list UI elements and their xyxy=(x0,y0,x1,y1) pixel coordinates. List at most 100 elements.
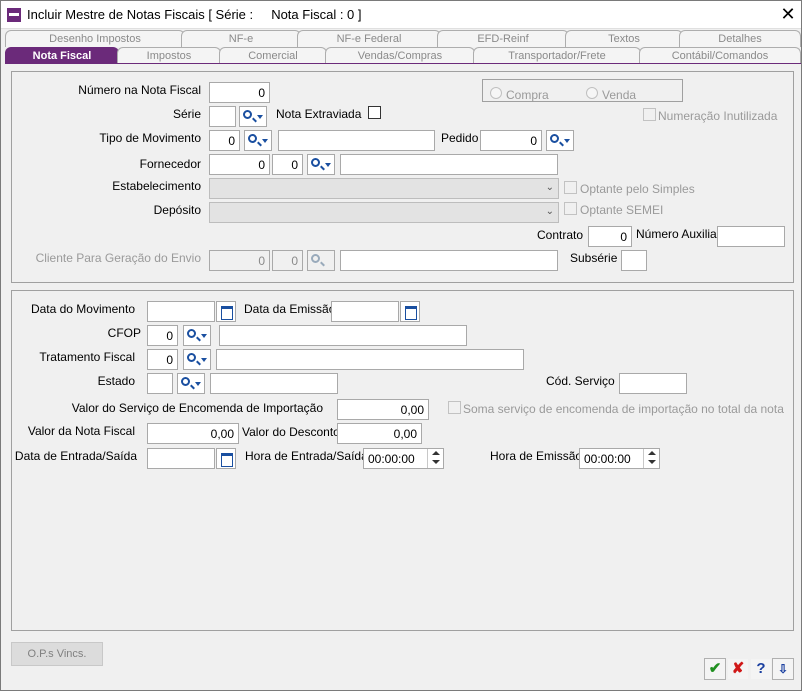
tab-nfe-federal[interactable]: NF-e Federal xyxy=(297,30,441,47)
valor-nota-label: Valor da Nota Fiscal xyxy=(27,424,135,438)
check-icon[interactable]: ✔ xyxy=(704,658,726,680)
calendar-icon[interactable] xyxy=(400,301,420,322)
tab-textos[interactable]: Textos xyxy=(565,30,683,47)
calendar-icon[interactable] xyxy=(216,301,236,322)
hora-entrada-label: Hora de Entrada/Saída xyxy=(245,449,368,463)
estabelecimento-select[interactable]: ⌄ xyxy=(209,178,559,199)
hora-entrada-spinner[interactable] xyxy=(427,449,443,468)
hora-emissao-label: Hora de Emissão xyxy=(490,449,583,463)
app-icon xyxy=(7,8,21,22)
cancel-x-icon[interactable]: ✘ xyxy=(727,658,749,680)
cfop-lookup-button[interactable] xyxy=(183,325,211,346)
fornecedor-lookup-button[interactable] xyxy=(307,154,335,175)
valor-desconto-input[interactable]: 0,00 xyxy=(337,423,422,444)
cliente-envio-input[interactable]: 0 xyxy=(209,250,270,271)
simples-checkbox[interactable] xyxy=(564,181,577,194)
calendar-icon[interactable] xyxy=(216,448,236,469)
fornecedor-input[interactable]: 0 xyxy=(209,154,270,175)
window-title: Incluir Mestre de Notas Fiscais [ Série … xyxy=(27,7,362,22)
serie-lookup-button[interactable] xyxy=(239,106,267,127)
data-entrada-label: Data de Entrada/Saída xyxy=(14,449,137,463)
tab-nfe[interactable]: NF-e xyxy=(181,30,301,47)
valor-nota-input[interactable]: 0,00 xyxy=(147,423,239,444)
pedido-lookup-button[interactable] xyxy=(546,130,574,151)
tab-underline xyxy=(5,63,801,64)
estado-input[interactable] xyxy=(147,373,173,394)
dropdown-arrow-icon xyxy=(262,139,268,143)
dropdown-arrow-icon xyxy=(195,382,201,386)
ops-vincs-button[interactable]: O.P.s Vincs. xyxy=(11,642,103,666)
chevron-down-icon: ⌄ xyxy=(545,206,554,217)
hora-emissao-input[interactable]: 00:00:00 xyxy=(579,448,660,469)
tratamento-fiscal-desc[interactable] xyxy=(216,349,524,370)
data-emissao-label: Data da Emissão xyxy=(244,302,336,316)
soma-servico-checkbox[interactable] xyxy=(448,401,461,414)
soma-servico-label: Soma serviço de encomenda de importação … xyxy=(463,402,784,416)
cliente-envio-desc[interactable] xyxy=(340,250,558,271)
hora-entrada-input[interactable]: 00:00:00 xyxy=(363,448,444,469)
numero-auxiliar-input[interactable] xyxy=(717,226,785,247)
tab-nota-fiscal[interactable]: Nota Fiscal xyxy=(5,47,119,64)
tab-comercial[interactable]: Comercial xyxy=(219,47,327,64)
tab-desenho-impostos[interactable]: Desenho Impostos xyxy=(5,30,185,47)
tipo-movimento-desc[interactable] xyxy=(278,130,435,151)
data-emissao-input[interactable] xyxy=(331,301,399,322)
tratamento-fiscal-lookup-button[interactable] xyxy=(183,349,211,370)
tratamento-fiscal-input[interactable]: 0 xyxy=(147,349,178,370)
dropdown-arrow-icon xyxy=(201,334,207,338)
contrato-label: Contrato xyxy=(537,228,584,242)
search-icon xyxy=(187,353,196,362)
venda-radio[interactable] xyxy=(586,87,598,99)
hora-emissao-spinner[interactable] xyxy=(643,449,659,468)
data-entrada-input[interactable] xyxy=(147,448,215,469)
extraviada-checkbox[interactable] xyxy=(368,106,381,119)
dropdown-arrow-icon xyxy=(257,115,263,119)
spin-up-icon xyxy=(648,451,656,455)
inutilizada-checkbox[interactable] xyxy=(643,108,656,121)
simples-label: Optante pelo Simples xyxy=(580,182,695,196)
help-button[interactable]: ? xyxy=(750,658,772,680)
fornecedor-desc[interactable] xyxy=(340,154,558,175)
contrato-input[interactable]: 0 xyxy=(588,226,632,247)
search-icon xyxy=(311,158,320,167)
valor-servico-input[interactable]: 0,00 xyxy=(337,399,429,420)
close-button[interactable]: ✕ xyxy=(777,3,799,25)
cliente-envio-loja-input[interactable]: 0 xyxy=(272,250,303,271)
tab-vendas-compras[interactable]: Vendas/Compras xyxy=(325,47,475,64)
semei-checkbox[interactable] xyxy=(564,202,577,215)
venda-label: Venda xyxy=(602,88,637,102)
estado-lookup-button[interactable] xyxy=(177,373,205,394)
spin-up-icon xyxy=(432,451,440,455)
fornecedor-loja-input[interactable]: 0 xyxy=(272,154,303,175)
numero-auxiliar-label: Número Auxiliar xyxy=(636,227,721,241)
tipo-movimento-input[interactable]: 0 xyxy=(209,130,240,151)
cfop-desc[interactable] xyxy=(219,325,467,346)
dialog-window: Incluir Mestre de Notas Fiscais [ Série … xyxy=(0,0,802,691)
exit-icon[interactable]: ⇩ xyxy=(772,658,794,680)
serie-label: Série xyxy=(172,107,201,121)
numero-input[interactable]: 0 xyxy=(209,82,270,103)
cod-servico-input[interactable] xyxy=(619,373,687,394)
tab-impostos[interactable]: Impostos xyxy=(117,47,221,64)
tab-transportador-frete[interactable]: Transportador/Frete xyxy=(473,47,641,64)
tab-detalhes[interactable]: Detalhes xyxy=(679,30,801,47)
deposito-select[interactable]: ⌄ xyxy=(209,202,559,223)
tab-efd-reinf[interactable]: EFD-Reinf xyxy=(437,30,569,47)
estado-label: Estado xyxy=(97,374,135,388)
cliente-envio-lookup-button[interactable] xyxy=(307,250,335,271)
compra-radio[interactable] xyxy=(490,87,502,99)
pedido-input[interactable]: 0 xyxy=(480,130,542,151)
inutilizada-label: Numeração Inutilizada xyxy=(658,109,778,123)
serie-input[interactable] xyxy=(209,106,236,127)
estabelecimento-label: Estabelecimento xyxy=(112,179,201,193)
dropdown-arrow-icon xyxy=(564,139,570,143)
tab-contabil-comandos[interactable]: Contábil/Comandos xyxy=(639,47,801,64)
tipo-movimento-label: Tipo de Movimento xyxy=(99,131,201,145)
valor-servico-label: Valor do Serviço de Encomenda de Importa… xyxy=(71,401,323,415)
tipo-movimento-lookup-button[interactable] xyxy=(244,130,272,151)
data-movimento-input[interactable] xyxy=(147,301,215,322)
estado-desc[interactable] xyxy=(210,373,338,394)
cfop-input[interactable]: 0 xyxy=(147,325,178,346)
search-icon xyxy=(243,110,252,119)
subserie-input[interactable] xyxy=(621,250,647,271)
